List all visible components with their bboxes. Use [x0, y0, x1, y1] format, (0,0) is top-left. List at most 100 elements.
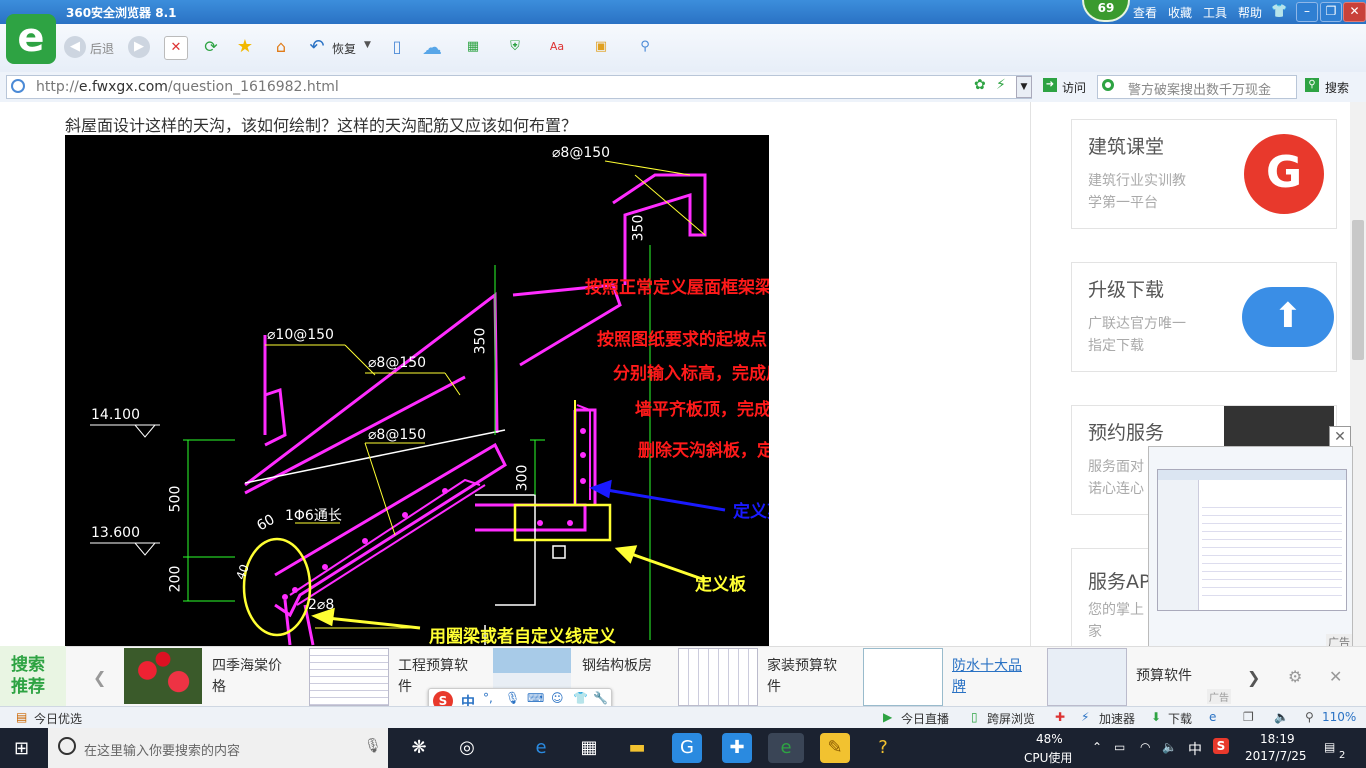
battery-icon[interactable]: ▭	[1114, 740, 1125, 754]
search-placeholder[interactable]: 警方破案搜出数千万现金	[1128, 79, 1271, 98]
plus-app-icon[interactable]: ✚	[722, 733, 752, 763]
windows-start-icon[interactable]: ⊞	[14, 738, 29, 759]
restore-dropdown-icon[interactable]: ▼	[364, 40, 371, 50]
card-title[interactable]: 升级下载	[1088, 275, 1164, 302]
next-arrow-icon[interactable]: ❯	[1247, 668, 1260, 687]
menu-help[interactable]: 帮助	[1238, 4, 1262, 21]
cloud-icon[interactable]: ☁	[418, 36, 446, 58]
settings-gear-icon[interactable]: ⚙	[1288, 667, 1302, 686]
cad-drawing[interactable]: ⌀8@150 ⌀10@150 ⌀8@150 ⌀8@150 1Φ6通长 2⌀8 3…	[65, 135, 769, 646]
browser-taskbar-icon[interactable]: e	[768, 733, 804, 763]
close-button[interactable]: ✕	[1343, 2, 1366, 22]
scrollbar-thumb[interactable]	[1352, 220, 1364, 360]
sogou-tray-icon[interactable]: S	[1213, 738, 1229, 754]
zoom-level[interactable]: 110%	[1322, 710, 1356, 724]
punctuation-icon[interactable]: °,	[483, 691, 493, 705]
prev-arrow-icon[interactable]: ❮	[93, 668, 106, 687]
window-icon[interactable]: ❐	[1243, 710, 1254, 724]
clock-time[interactable]: 18:19	[1260, 732, 1295, 746]
store-icon[interactable]: ▦	[574, 733, 604, 763]
card-title[interactable]: 预约服务	[1088, 418, 1164, 445]
tray-up-icon[interactable]: ⌃	[1092, 740, 1102, 754]
status-live[interactable]: 今日直播	[901, 710, 949, 727]
forward-arrow-icon[interactable]: ▶	[128, 36, 150, 58]
ad-close-button[interactable]: ✕	[1329, 426, 1351, 448]
recommend-item[interactable]: 预算软件	[1136, 666, 1216, 687]
spiral-app-icon[interactable]: ◎	[452, 733, 482, 763]
clock-date[interactable]: 2017/7/25	[1245, 749, 1307, 763]
plus-icon[interactable]: ✚	[1055, 710, 1065, 724]
live-icon[interactable]: ▶	[883, 710, 892, 724]
speed-mode-icon[interactable]: ⚡	[996, 77, 1006, 93]
help-app-icon[interactable]: ?	[868, 733, 898, 763]
visit-arrow-icon[interactable]: ➜	[1043, 78, 1057, 92]
phone-icon[interactable]: ▯	[386, 36, 408, 58]
undo-icon[interactable]: ↶	[306, 36, 328, 58]
recommend-item[interactable]: 四季海棠价格	[212, 656, 292, 698]
today-picks-icon[interactable]: ▤	[16, 710, 27, 724]
phone-small-icon[interactable]: ▯	[971, 710, 978, 724]
tray-ime[interactable]: 中	[1188, 739, 1202, 759]
search-engine-icon[interactable]	[1102, 79, 1114, 91]
recommend-thumb[interactable]	[1047, 648, 1127, 706]
accelerator-icon[interactable]: ⚡	[1081, 710, 1089, 724]
menu-view[interactable]: 查看	[1133, 4, 1157, 21]
screenshot-icon[interactable]: ▣	[590, 36, 612, 58]
search-icon[interactable]: ⚲	[1305, 78, 1319, 92]
folder-icon[interactable]: ▬	[622, 733, 652, 763]
wifi-icon[interactable]: ◠	[1140, 740, 1150, 754]
url-dropdown-icon[interactable]: ▼	[1016, 76, 1032, 98]
recommend-item[interactable]: 钢结构板房	[582, 656, 662, 677]
notes-icon[interactable]: ✎	[820, 733, 850, 763]
mic-icon[interactable]: 🎙	[364, 738, 382, 754]
shield-icon[interactable]: ⛨	[504, 36, 526, 58]
recommend-thumb[interactable]	[124, 648, 202, 704]
cortana-icon[interactable]	[58, 737, 76, 755]
download-icon[interactable]: ⬇	[1151, 710, 1161, 724]
card-title[interactable]: 建筑课堂	[1088, 132, 1164, 159]
restore-label[interactable]: 恢复	[332, 40, 356, 57]
recommend-thumb[interactable]	[309, 648, 389, 706]
close-recommend-icon[interactable]: ✕	[1329, 667, 1342, 686]
home-icon[interactable]: ⌂	[270, 36, 292, 58]
back-arrow-icon[interactable]: ◀	[64, 36, 86, 58]
minimize-button[interactable]: –	[1296, 2, 1318, 22]
zoom-icon[interactable]: ⚲	[634, 36, 656, 58]
ad-popup[interactable]	[1148, 446, 1353, 648]
security-icon[interactable]: ✿	[974, 77, 986, 93]
apps-icon[interactable]: ▦	[462, 36, 484, 58]
user-icon[interactable]: ☺	[551, 691, 564, 705]
glodon-icon[interactable]: G	[672, 733, 702, 763]
volume-icon[interactable]: 🔈	[1274, 710, 1289, 724]
refresh-icon[interactable]: ⟳	[200, 36, 222, 58]
back-label[interactable]: 后退	[90, 40, 114, 57]
favorite-star-icon[interactable]: ★	[234, 36, 256, 58]
recommend-thumb[interactable]	[678, 648, 758, 706]
skin-shirt-icon[interactable]: 👕	[573, 691, 588, 705]
skin-icon[interactable]: 👕	[1271, 4, 1289, 19]
edge-icon[interactable]: e	[526, 733, 556, 763]
keyboard-icon[interactable]: ⌨	[527, 691, 544, 705]
notification-icon[interactable]: ▤	[1324, 740, 1335, 754]
task-view-icon[interactable]: ❋	[404, 733, 434, 763]
status-download[interactable]: 下载	[1168, 710, 1192, 727]
recommend-item[interactable]: 家装预算软件	[767, 656, 847, 698]
sidebar-card-course[interactable]: 建筑课堂 建筑行业实训教 学第一平台 G	[1071, 119, 1337, 229]
zoom-small-icon[interactable]: ⚲	[1305, 710, 1314, 724]
ie-icon[interactable]: e	[1209, 710, 1216, 724]
speaker-icon[interactable]: 🔈	[1162, 740, 1177, 754]
maximize-button[interactable]: ❐	[1320, 2, 1342, 22]
translate-icon[interactable]: Aa	[546, 36, 568, 58]
stop-icon[interactable]: ✕	[164, 36, 188, 60]
menu-favorites[interactable]: 收藏	[1168, 4, 1192, 21]
browser-logo-icon[interactable]: e	[6, 14, 56, 64]
taskbar-search-placeholder[interactable]: 在这里输入你要搜索的内容	[84, 740, 240, 759]
card-title[interactable]: 服务AP	[1088, 567, 1150, 594]
status-cross-screen[interactable]: 跨屏浏览	[987, 710, 1035, 727]
status-today-picks[interactable]: 今日优选	[34, 710, 82, 727]
status-accelerator[interactable]: 加速器	[1099, 710, 1135, 727]
sidebar-card-download[interactable]: 升级下载 广联达官方唯一 指定下载 ⬆	[1071, 262, 1337, 372]
microphone-icon[interactable]: 🎙	[505, 691, 520, 705]
visit-button[interactable]: 访问	[1062, 79, 1086, 96]
recommend-item[interactable]: 防水十大品牌	[952, 656, 1032, 698]
